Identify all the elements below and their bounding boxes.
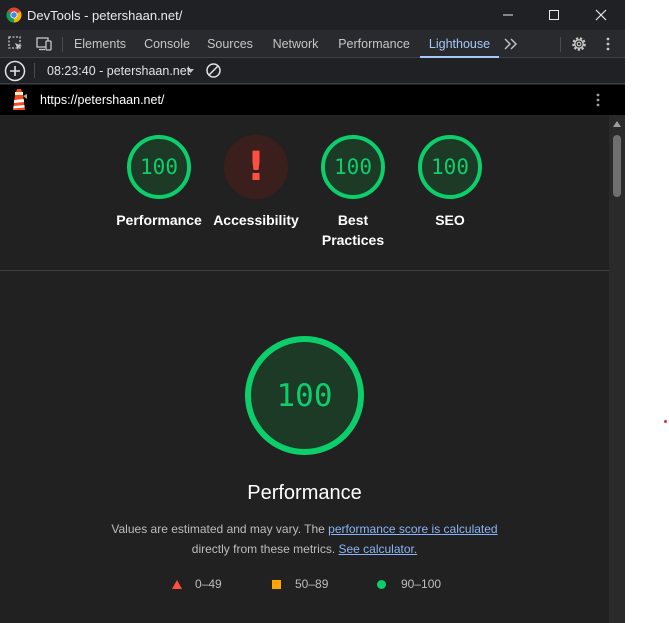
devtools-tabstrip: Elements Console Sources Network Perform… bbox=[0, 30, 625, 58]
performance-description-line2: directly from these metrics. See calcula… bbox=[191, 542, 418, 556]
category-label-performance[interactable]: Performance bbox=[104, 210, 214, 230]
score-calculated-link[interactable]: performance score is calculated bbox=[328, 522, 497, 536]
report-scrollbar[interactable] bbox=[609, 115, 625, 623]
performance-score-gauge: 100 bbox=[245, 336, 364, 455]
category-label-accessibility[interactable]: Accessibility bbox=[201, 210, 311, 230]
stray-red-dot bbox=[664, 420, 667, 423]
tab-sources[interactable]: Sources bbox=[204, 30, 256, 58]
devtools-window: DevTools - petershaan.net/ Elements Cons… bbox=[0, 0, 625, 623]
minimize-button[interactable] bbox=[485, 0, 531, 30]
report-menu-icon[interactable] bbox=[590, 92, 606, 108]
green-circle-icon bbox=[377, 580, 386, 589]
more-tabs-icon[interactable] bbox=[502, 35, 520, 53]
settings-gear-icon[interactable] bbox=[570, 35, 588, 53]
dropdown-caret-icon[interactable] bbox=[186, 67, 195, 75]
chrome-icon bbox=[6, 7, 22, 23]
see-calculator-link[interactable]: See calculator. bbox=[338, 542, 417, 556]
red-triangle-icon bbox=[172, 580, 182, 589]
gauge-performance[interactable]: 100 bbox=[127, 135, 191, 199]
category-label-best-practices[interactable]: Best Practices bbox=[298, 210, 408, 250]
report-selector[interactable]: 08:23:40 - petershaan.net bbox=[47, 64, 190, 78]
new-report-icon[interactable] bbox=[4, 60, 26, 82]
toolbar-separator bbox=[62, 37, 63, 52]
tab-lighthouse[interactable]: Lighthouse bbox=[420, 30, 499, 58]
clear-reports-icon[interactable] bbox=[205, 62, 222, 79]
gauge-seo[interactable]: 100 bbox=[418, 135, 482, 199]
tab-console[interactable]: Console bbox=[139, 30, 195, 58]
close-icon bbox=[595, 9, 607, 21]
scrollbar-thumb[interactable] bbox=[613, 135, 621, 197]
device-toolbar-icon[interactable] bbox=[35, 35, 53, 53]
performance-description-line1: Values are estimated and may vary. The p… bbox=[111, 522, 498, 536]
tab-performance[interactable]: Performance bbox=[334, 30, 414, 58]
gauge-accessibility-error[interactable]: ! bbox=[224, 135, 288, 199]
tab-elements[interactable]: Elements bbox=[70, 30, 130, 58]
more-options-icon[interactable] bbox=[599, 35, 617, 53]
scroll-up-arrow-icon[interactable] bbox=[613, 121, 621, 127]
orange-square-icon bbox=[272, 580, 281, 589]
lighthouse-toolbar: 08:23:40 - petershaan.net bbox=[0, 58, 625, 84]
report-url: https://petershaan.net/ bbox=[40, 93, 165, 107]
maximize-icon bbox=[549, 10, 559, 20]
window-title: DevTools - petershaan.net/ bbox=[27, 8, 183, 23]
report-content: 100 ! 100 100 Performance Accessibility … bbox=[0, 115, 609, 623]
inspect-element-icon[interactable] bbox=[7, 35, 25, 53]
minimize-icon bbox=[503, 14, 513, 16]
category-label-seo[interactable]: SEO bbox=[395, 210, 505, 230]
performance-section-title: Performance bbox=[247, 482, 362, 504]
gauge-best-practices[interactable]: 100 bbox=[321, 135, 385, 199]
error-exclamation-icon: ! bbox=[246, 144, 266, 190]
tab-network[interactable]: Network bbox=[267, 30, 324, 58]
title-bar: DevTools - petershaan.net/ bbox=[0, 0, 625, 30]
toolbar-separator bbox=[560, 37, 561, 52]
report-url-bar: https://petershaan.net/ bbox=[0, 85, 625, 115]
section-divider bbox=[0, 270, 609, 271]
close-button[interactable] bbox=[578, 0, 624, 30]
maximize-button[interactable] bbox=[531, 0, 577, 30]
lighthouse-logo-icon bbox=[13, 89, 27, 110]
toolbar-separator bbox=[34, 63, 35, 78]
